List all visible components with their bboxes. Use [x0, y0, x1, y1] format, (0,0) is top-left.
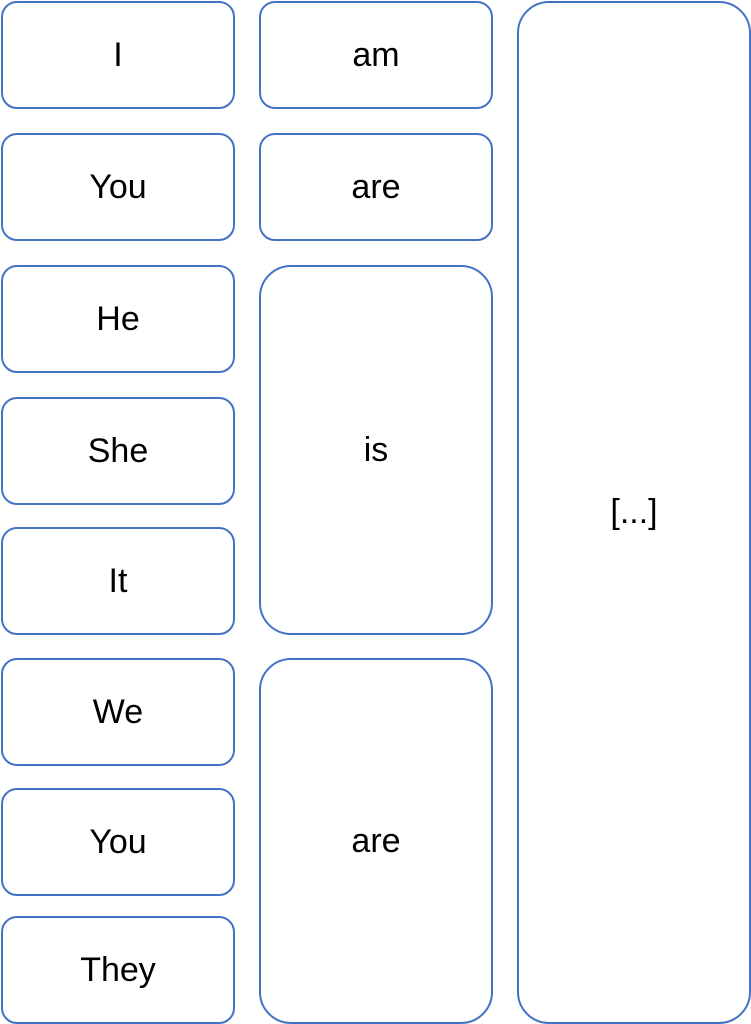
pronoun-box-he: He [1, 265, 235, 373]
complement-box: [...] [517, 1, 751, 1024]
verb-label: are [351, 821, 401, 860]
pronoun-label: I [113, 35, 123, 74]
pronoun-box-i: I [1, 1, 235, 109]
pronoun-box-you-plural: You [1, 788, 235, 896]
complement-label: [...] [610, 493, 658, 531]
pronoun-label: It [108, 561, 128, 600]
pronoun-label: They [80, 950, 156, 989]
verb-label: is [363, 430, 389, 469]
verb-box-are: are [259, 133, 493, 241]
pronoun-label: You [89, 167, 147, 206]
pronoun-label: She [87, 431, 149, 470]
pronoun-label: We [92, 692, 144, 731]
verb-label: are [351, 167, 401, 206]
verb-box-am: am [259, 1, 493, 109]
pronoun-box-we: We [1, 658, 235, 766]
pronoun-label: You [89, 822, 147, 861]
pronoun-box-she: She [1, 397, 235, 505]
verb-label: am [352, 35, 400, 74]
pronoun-box-it: It [1, 527, 235, 635]
pronoun-box-you: You [1, 133, 235, 241]
pronoun-box-they: They [1, 916, 235, 1024]
pronoun-label: He [96, 299, 140, 338]
verb-box-are-plural: are [259, 658, 493, 1024]
verb-box-is: is [259, 265, 493, 635]
